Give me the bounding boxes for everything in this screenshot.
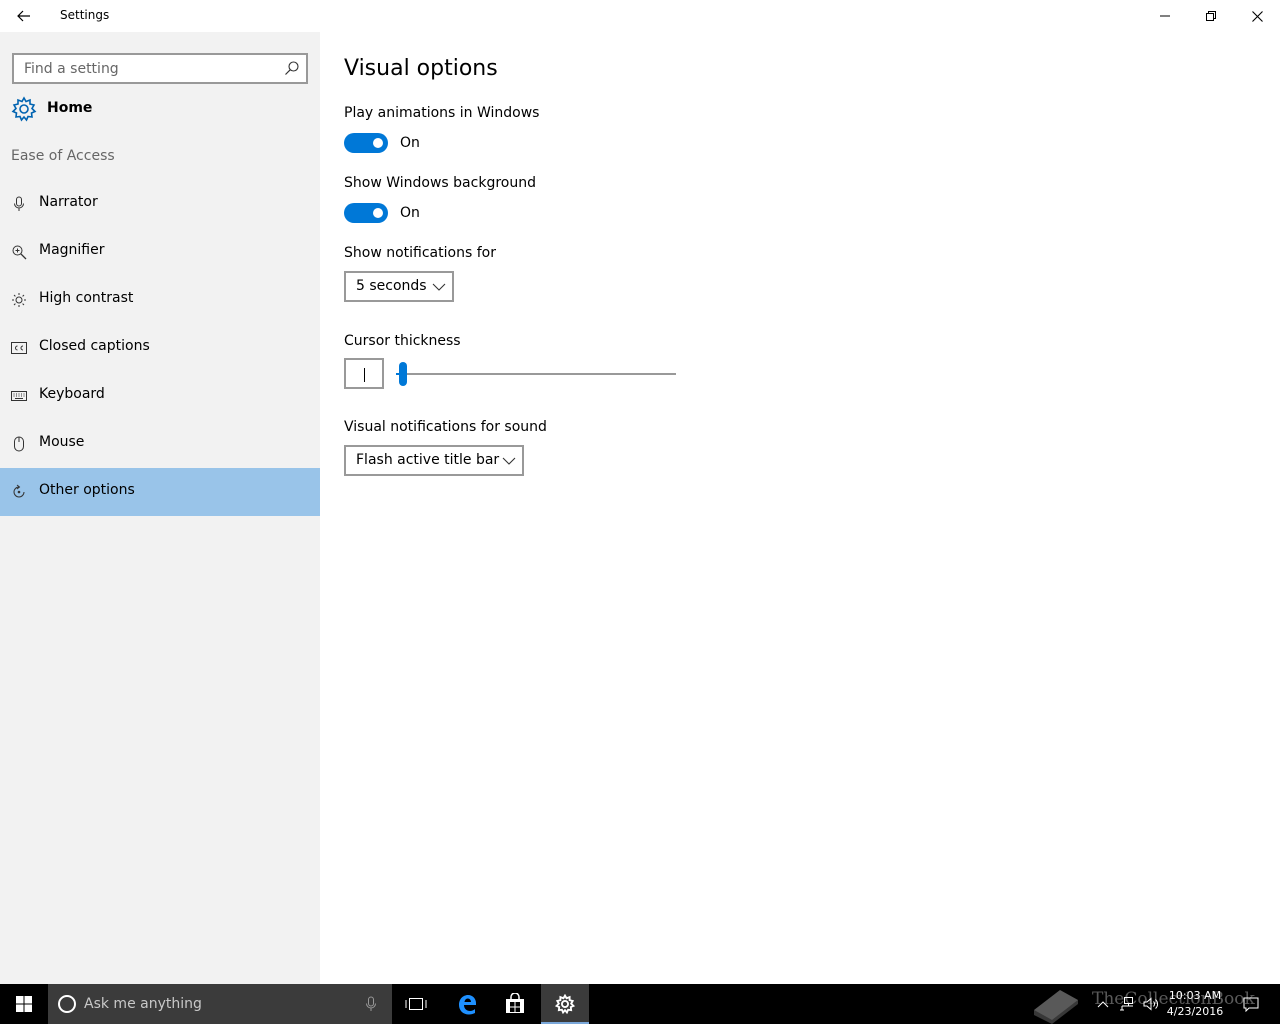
play-animations-state: On bbox=[400, 135, 420, 151]
home-label: Home bbox=[47, 100, 93, 116]
refresh-icon bbox=[13, 484, 25, 498]
chevron-up-icon bbox=[1097, 1001, 1109, 1008]
restore-button[interactable] bbox=[1188, 0, 1234, 32]
clock[interactable]: 10:03 AM 4/23/2016 bbox=[1160, 988, 1230, 1020]
toggle-knob bbox=[373, 138, 383, 148]
search-icon[interactable] bbox=[284, 60, 300, 76]
close-button[interactable] bbox=[1234, 0, 1280, 32]
magnifier-icon bbox=[12, 245, 27, 260]
cortana-icon bbox=[58, 995, 76, 1013]
close-icon bbox=[1251, 10, 1263, 22]
window-title: Settings bbox=[60, 8, 110, 22]
gear-icon bbox=[555, 994, 575, 1014]
minimize-button[interactable] bbox=[1142, 0, 1188, 32]
restore-icon bbox=[1206, 11, 1216, 21]
sidebar-item-label: Closed captions bbox=[39, 338, 150, 354]
notifications-label: Show notifications for bbox=[344, 245, 496, 261]
settings-taskbar-button[interactable] bbox=[541, 984, 589, 1024]
taskbar: Ask me anything TheCollectionBook 10:03 … bbox=[0, 984, 1280, 1024]
visual-sound-label: Visual notifications for sound bbox=[344, 419, 547, 435]
cortana-search-text: Ask me anything bbox=[84, 996, 202, 1012]
volume-button[interactable] bbox=[1140, 984, 1162, 1024]
visual-sound-value: Flash active title bar bbox=[356, 452, 500, 468]
task-view-button[interactable] bbox=[392, 984, 440, 1024]
sidebar-item-narrator[interactable]: Narrator bbox=[0, 180, 320, 228]
show-background-state: On bbox=[400, 205, 420, 221]
minimize-icon bbox=[1160, 15, 1170, 17]
notifications-duration-dropdown[interactable]: 5 seconds bbox=[344, 271, 454, 302]
sidebar-item-high-contrast[interactable]: High contrast bbox=[0, 276, 320, 324]
title-bar: Settings bbox=[0, 0, 1280, 32]
book-logo-icon bbox=[1034, 990, 1078, 1024]
start-button[interactable] bbox=[0, 984, 48, 1024]
cursor-thickness-label: Cursor thickness bbox=[344, 333, 461, 349]
back-button[interactable] bbox=[8, 0, 40, 32]
chevron-down-icon bbox=[432, 283, 446, 291]
show-hidden-icons-button[interactable] bbox=[1092, 984, 1114, 1024]
back-arrow-icon bbox=[17, 10, 30, 22]
sidebar-item-label: Keyboard bbox=[39, 386, 105, 402]
section-heading: Ease of Access bbox=[11, 148, 115, 164]
play-animations-label: Play animations in Windows bbox=[344, 105, 540, 121]
sidebar-item-label: Other options bbox=[39, 482, 135, 498]
clock-time: 10:03 AM bbox=[1168, 989, 1222, 1002]
chevron-down-icon bbox=[502, 457, 516, 465]
sidebar-item-label: Narrator bbox=[39, 194, 98, 210]
windows-logo-icon bbox=[16, 996, 32, 1012]
network-icon bbox=[1120, 997, 1133, 1011]
action-center-button[interactable] bbox=[1238, 984, 1264, 1024]
page-title: Visual options bbox=[344, 56, 498, 81]
edge-browser-button[interactable] bbox=[443, 984, 491, 1024]
cursor-preview-bar bbox=[364, 368, 365, 382]
sidebar-item-mouse[interactable]: Mouse bbox=[0, 420, 320, 468]
slider-thumb[interactable] bbox=[399, 362, 407, 386]
cursor-thickness-preview bbox=[344, 358, 384, 389]
clock-date: 4/23/2016 bbox=[1166, 1005, 1224, 1018]
task-view-icon bbox=[405, 998, 427, 1010]
mouse-icon bbox=[14, 436, 24, 452]
microphone-icon[interactable] bbox=[364, 996, 378, 1012]
microphone-icon bbox=[14, 196, 24, 211]
visual-sound-dropdown[interactable]: Flash active title bar bbox=[344, 445, 524, 476]
notification-icon bbox=[1243, 997, 1259, 1012]
search-box[interactable] bbox=[12, 53, 308, 84]
play-animations-toggle[interactable] bbox=[344, 133, 388, 153]
sidebar-item-label: High contrast bbox=[39, 290, 134, 306]
keyboard-icon bbox=[11, 391, 27, 401]
sidebar-item-closed-captions[interactable]: Closed captions bbox=[0, 324, 320, 372]
home-link[interactable]: Home bbox=[0, 92, 320, 126]
sidebar-item-keyboard[interactable]: Keyboard bbox=[0, 372, 320, 420]
toggle-knob bbox=[373, 208, 383, 218]
cortana-search-box[interactable]: Ask me anything bbox=[48, 984, 392, 1024]
sidebar-item-label: Mouse bbox=[39, 434, 85, 450]
sidebar-item-label: Magnifier bbox=[39, 242, 105, 258]
store-icon bbox=[506, 993, 524, 1013]
show-background-label: Show Windows background bbox=[344, 175, 536, 191]
store-button[interactable] bbox=[491, 984, 539, 1024]
sidebar: Home Ease of Access Narrator Magnifier H… bbox=[0, 32, 320, 984]
show-background-toggle[interactable] bbox=[344, 203, 388, 223]
sidebar-item-other-options[interactable]: Other options bbox=[0, 468, 320, 516]
speaker-icon bbox=[1143, 997, 1158, 1011]
network-button[interactable] bbox=[1116, 984, 1138, 1024]
cursor-thickness-slider[interactable] bbox=[396, 362, 676, 386]
edge-icon bbox=[459, 995, 476, 1015]
closed-captions-icon bbox=[11, 342, 27, 354]
notifications-duration-value: 5 seconds bbox=[356, 278, 427, 294]
slider-track bbox=[396, 373, 676, 375]
search-input[interactable] bbox=[14, 55, 280, 82]
main-content: Visual options Play animations in Window… bbox=[320, 32, 1280, 984]
sun-icon bbox=[12, 293, 26, 307]
gear-icon bbox=[11, 96, 37, 122]
sidebar-item-magnifier[interactable]: Magnifier bbox=[0, 228, 320, 276]
